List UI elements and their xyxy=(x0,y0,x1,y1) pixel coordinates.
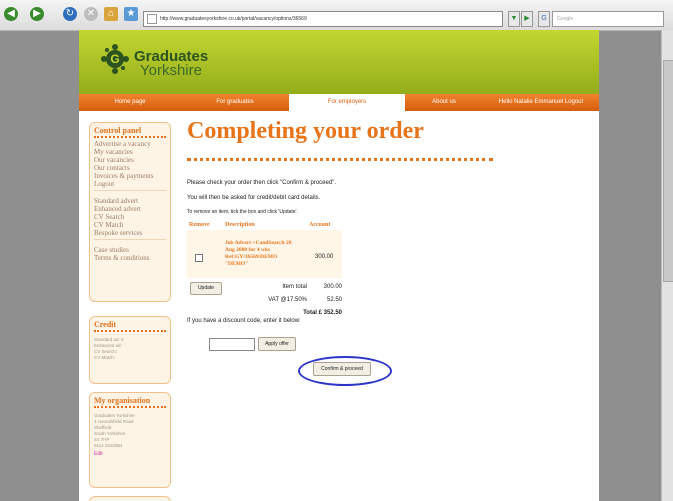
sidebar-separator xyxy=(94,239,166,244)
sidebar-link-cv-search[interactable]: CV Search xyxy=(90,213,170,221)
sidebar-link-invoices[interactable]: Invoices & payments xyxy=(90,172,170,180)
control-panel-title: Control panel xyxy=(94,126,142,135)
credit-item: CV Match: xyxy=(94,355,116,360)
control-panel: Control panel Advertise a vacancy My vac… xyxy=(89,122,171,302)
item-amount: 300.00 xyxy=(315,254,334,260)
instruction-card: You will then be asked for credit/debit … xyxy=(187,195,321,201)
vat-label: VAT @17.50% xyxy=(268,297,307,303)
home-icon[interactable]: ⌂ xyxy=(104,7,118,21)
logo-icon: G xyxy=(101,44,129,74)
nav-home[interactable]: Home page xyxy=(79,94,181,111)
nav-graduates[interactable]: For graduates xyxy=(181,94,289,111)
sidebar-link-case-studies[interactable]: Case studies xyxy=(90,246,170,254)
vertical-scrollbar[interactable] xyxy=(661,30,673,501)
sidebar-link-standard-advert[interactable]: Standard advert xyxy=(90,197,170,205)
apply-offer-button[interactable]: Apply offer xyxy=(258,337,296,351)
organisation-panel-title: My organisation xyxy=(94,396,151,405)
sidebar-link-our-vacancies[interactable]: Our vacancies xyxy=(90,156,170,164)
item-total-value: 300.00 xyxy=(323,284,342,290)
browser-toolbar: ◀ ▶ ↻ ✕ ⌂ ★ http://www.graduatesyorkshir… xyxy=(0,0,673,31)
order-total: Total £ 352.50 xyxy=(303,310,342,316)
bookmark-icon[interactable]: ★ xyxy=(124,7,138,21)
discount-prompt: If you have a discount code, enter it be… xyxy=(187,318,301,324)
stop-icon[interactable]: ✕ xyxy=(84,7,98,21)
sidebar-link-terms[interactable]: Terms & conditions xyxy=(90,254,170,262)
panel-divider xyxy=(94,330,166,332)
nav-employers[interactable]: For employers xyxy=(289,94,405,111)
site-logo-text[interactable]: Graduates Yorkshire xyxy=(134,49,208,79)
reload-icon[interactable]: ↻ xyxy=(63,7,77,21)
go-arrow-icon[interactable]: ▶ xyxy=(521,11,533,27)
credit-panel: Credit Standard ad: 0 Enhanced ad: CV Se… xyxy=(89,316,171,384)
sidebar-link-advertise[interactable]: Advertise a vacancy xyxy=(90,140,170,148)
sidebar-panel-partial xyxy=(89,496,171,501)
nav-user-logout[interactable]: Hello Natalie Emmanuel Logout xyxy=(483,94,599,111)
nav-about[interactable]: About us xyxy=(405,94,483,111)
google-search-input[interactable]: Google xyxy=(552,11,664,27)
scrollbar-thumb[interactable] xyxy=(663,60,673,282)
page-title: Completing your order xyxy=(187,118,424,144)
column-header-description: Description xyxy=(225,222,255,228)
sidebar-link-contacts[interactable]: Our contacts xyxy=(90,164,170,172)
google-icon[interactable]: G xyxy=(538,11,550,27)
sidebar-separator xyxy=(94,190,166,195)
site-header: G Graduates Yorkshire xyxy=(79,30,599,94)
credit-panel-title: Credit xyxy=(94,320,117,329)
instruction-confirm: Please check your order then click "Conf… xyxy=(187,180,336,186)
address-text: http://www.graduatesyorkshire.co.uk/port… xyxy=(160,16,307,22)
column-header-amount: Account xyxy=(309,222,331,228)
forward-icon[interactable]: ▶ xyxy=(30,7,44,21)
item-total-label: Item total xyxy=(282,284,307,290)
page-favicon xyxy=(147,14,157,24)
sidebar-link-cv-match[interactable]: CV Match xyxy=(90,221,170,229)
instruction-remove: To remove an item, tick the box and clic… xyxy=(187,209,298,215)
svg-text:G: G xyxy=(110,52,119,66)
confirm-proceed-button[interactable]: Confirm & proceed xyxy=(313,362,371,376)
title-divider xyxy=(187,158,493,161)
sidebar-link-logout[interactable]: Logout xyxy=(90,180,170,188)
sidebar-link-bespoke[interactable]: Bespoke services xyxy=(90,229,170,237)
edit-organisation-link[interactable]: Edit xyxy=(90,449,170,459)
logo-line2: Yorkshire xyxy=(140,62,202,79)
search-placeholder: Google xyxy=(557,16,574,22)
remove-item-checkbox[interactable] xyxy=(195,254,203,262)
web-page: G Graduates Yorkshire Home page For grad… xyxy=(79,30,599,501)
go-button[interactable]: ▼ xyxy=(508,11,520,27)
column-header-remove: Remove xyxy=(189,222,210,228)
item-description-link[interactable]: Job Advert +CandSearch 20 Aug 2008 for 4… xyxy=(225,240,295,268)
panel-divider xyxy=(94,406,166,408)
sidebar-link-enhanced-advert[interactable]: Enhanced advert xyxy=(90,205,170,213)
sidebar-link-my-vacancies[interactable]: My vacancies xyxy=(90,148,170,156)
back-icon[interactable]: ◀ xyxy=(4,7,18,21)
panel-divider xyxy=(94,136,166,138)
discount-code-input[interactable] xyxy=(209,338,255,351)
vat-value: 52.50 xyxy=(326,297,342,303)
organisation-panel: My organisation Graduates Yorkshire 4 Ho… xyxy=(89,392,171,488)
site-nav: Home page For graduates For employers Ab… xyxy=(79,94,599,111)
update-button[interactable]: Update xyxy=(190,282,222,295)
table-row: Job Advert +CandSearch 20 Aug 2008 for 4… xyxy=(187,230,342,278)
address-bar[interactable]: http://www.graduatesyorkshire.co.uk/port… xyxy=(143,11,503,27)
